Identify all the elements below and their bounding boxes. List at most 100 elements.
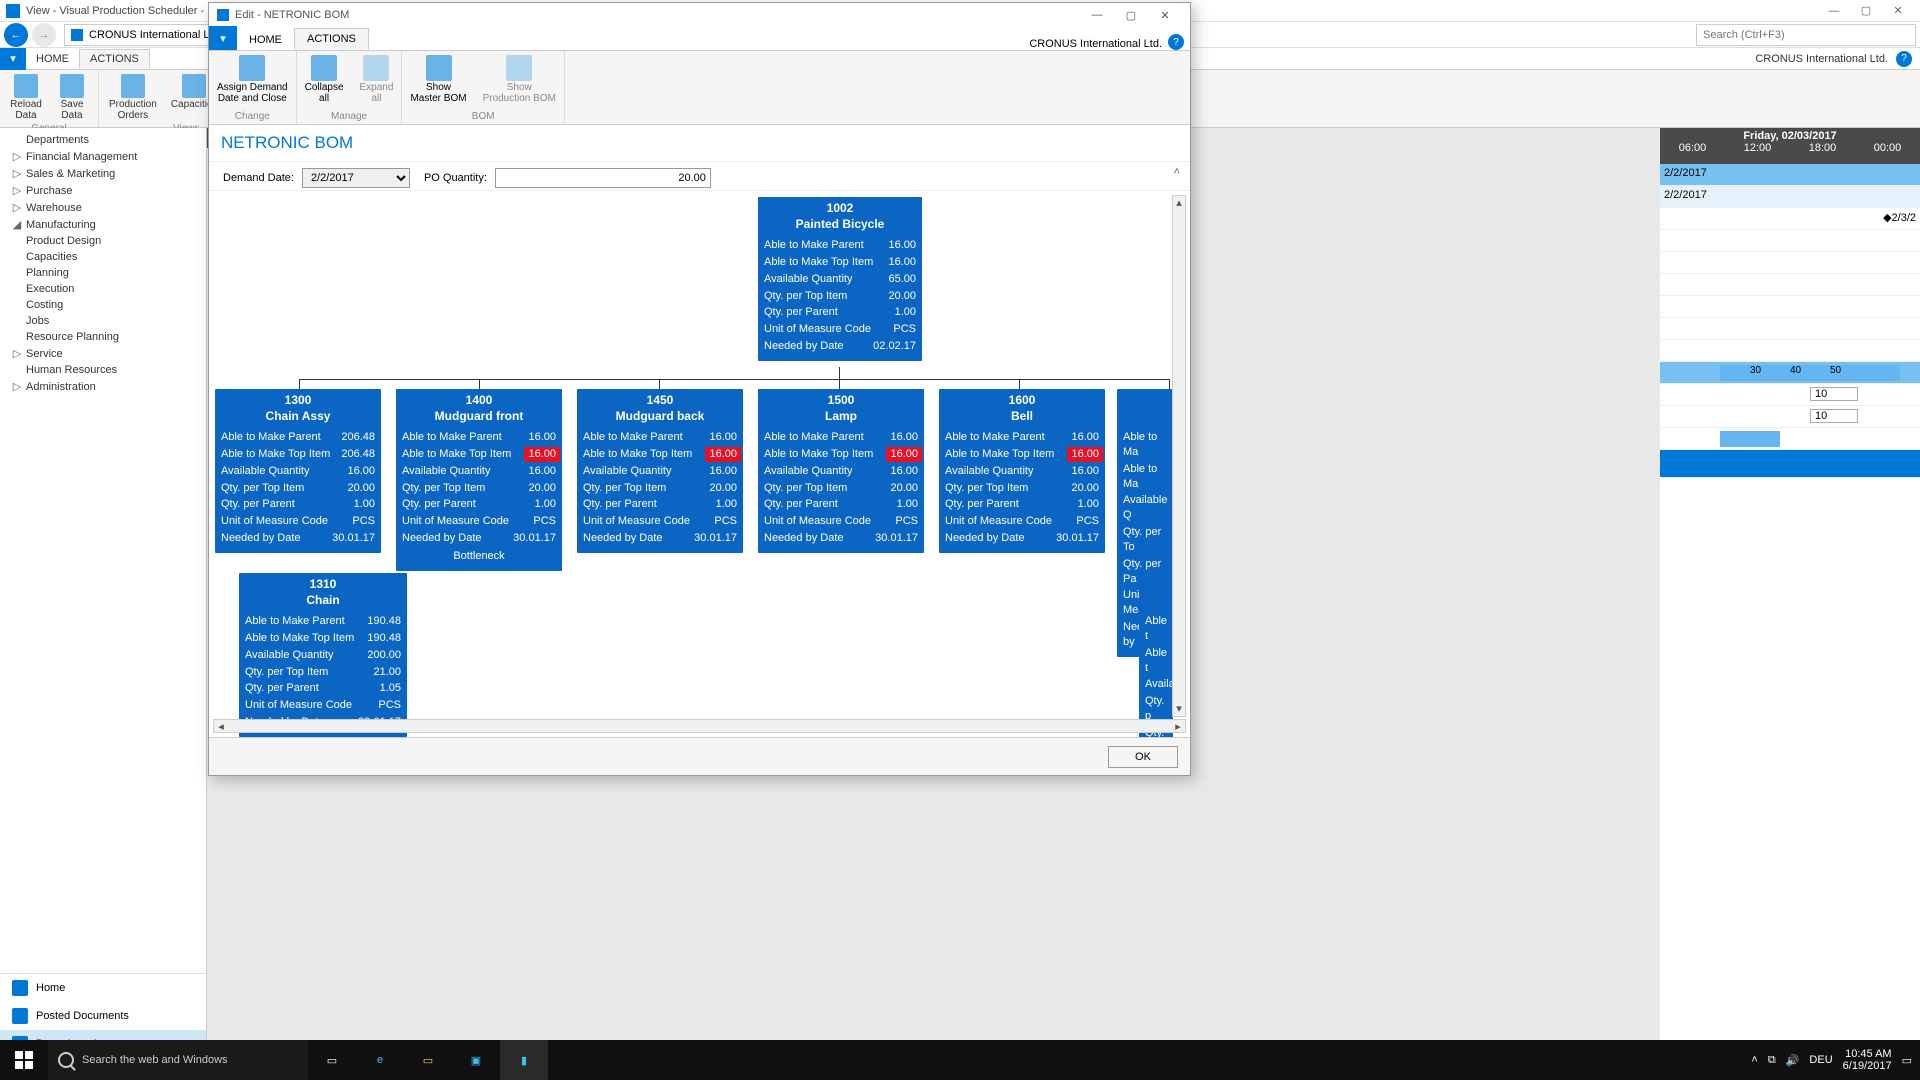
main-close-button[interactable]: ✕	[1882, 2, 1914, 20]
dept-jobs[interactable]: Jobs	[0, 313, 206, 329]
taskbar-clock[interactable]: 10:45 AM6/19/2017	[1843, 1048, 1892, 1072]
bom-node-1400[interactable]: 1400Mudguard frontAble to Make Parent16.…	[396, 389, 562, 571]
main-help-button[interactable]: ?	[1896, 51, 1912, 67]
page-title: NETRONIC BOM	[209, 125, 1190, 161]
dialog-ribbon: Assign DemandDate and Close Change Colla…	[209, 51, 1190, 125]
dialog-brand: CRONUS International Ltd.	[1029, 38, 1168, 50]
dept-sales[interactable]: ▷Sales & Marketing	[0, 165, 206, 182]
dialog-close-button[interactable]: ✕	[1148, 3, 1182, 27]
collapse-all-button[interactable]: Collapseall	[297, 51, 352, 108]
assign-demand-button[interactable]: Assign DemandDate and Close	[209, 51, 296, 108]
bom-node-1300[interactable]: 1300Chain AssyAble to Make Parent206.48A…	[215, 389, 381, 553]
main-brand: CRONUS International Ltd.	[1755, 53, 1896, 65]
connector	[839, 367, 840, 379]
dept-admin[interactable]: ▷Administration	[0, 378, 206, 395]
tray-chevron-icon[interactable]: ˄	[1751, 1054, 1757, 1066]
bom-horizontal-scrollbar[interactable]: ◂▸	[213, 719, 1186, 733]
collapse-filter-icon[interactable]: ˄	[1174, 166, 1180, 178]
tray-volume-icon[interactable]: 🔊	[1786, 1054, 1800, 1067]
demand-date-select[interactable]: 2/2/2017	[302, 168, 410, 188]
po-quantity-label: PO Quantity:	[424, 172, 487, 184]
dialog-help-button[interactable]: ?	[1168, 34, 1184, 50]
taskbar-search[interactable]: Search the web and Windows	[48, 1040, 308, 1080]
netronic-bom-dialog: Edit - NETRONIC BOM — ▢ ✕ ▾ HOME ACTIONS…	[208, 2, 1191, 776]
windows-taskbar: Search the web and Windows ▭ e ▭ ▣ ▮ ˄ ⧉…	[0, 1040, 1920, 1080]
tray-language[interactable]: DEU	[1809, 1054, 1832, 1066]
nav-posted-documents[interactable]: Posted Documents	[0, 1002, 206, 1030]
bom-node-1310[interactable]: 1310 Chain Able to Make Parent190.48 Abl…	[239, 573, 407, 737]
tab-home[interactable]: HOME	[26, 50, 79, 68]
timeline-row: ◆2/3/2	[1660, 208, 1920, 230]
dept-service[interactable]: ▷Service	[0, 345, 206, 362]
timeline-input[interactable]: 10	[1810, 387, 1858, 401]
taskbar-store[interactable]: ▣	[452, 1040, 500, 1080]
taskbar-explorer[interactable]: ▭	[404, 1040, 452, 1080]
dialog-title: Edit - NETRONIC BOM	[235, 9, 349, 21]
departments-pane: Departments ▷Financial Management ▷Sales…	[0, 128, 207, 1058]
dialog-app-menu[interactable]: ▾	[209, 26, 237, 50]
nav-home[interactable]: Home	[0, 974, 206, 1002]
main-minimize-button[interactable]: —	[1818, 2, 1850, 20]
main-search-input[interactable]	[1696, 24, 1916, 46]
timeline-hour: 06:00	[1679, 142, 1707, 154]
taskbar-edge[interactable]: e	[356, 1040, 404, 1080]
bom-node-1002[interactable]: 1002 Painted Bicycle Able to Make Parent…	[758, 197, 922, 361]
show-master-bom-button[interactable]: ShowMaster BOM	[402, 51, 474, 108]
dept-execution[interactable]: Execution	[0, 281, 206, 297]
dialog-minimize-button[interactable]: —	[1080, 3, 1114, 27]
timeline-row[interactable]: 30 40 50	[1660, 362, 1920, 384]
dialog-tab-home[interactable]: HOME	[237, 30, 294, 50]
dept-purchase[interactable]: ▷Purchase	[0, 182, 206, 199]
ribbon-app-menu[interactable]: ▾	[0, 48, 26, 70]
timeline-input[interactable]: 10	[1810, 409, 1858, 423]
dept-financial[interactable]: ▷Financial Management	[0, 148, 206, 165]
bom-node-1450[interactable]: 1450Mudguard backAble to Make Parent16.0…	[577, 389, 743, 553]
dialog-maximize-button[interactable]: ▢	[1114, 3, 1148, 27]
timeline-header: Friday, 02/03/2017 06:00 12:00 18:00 00:…	[1660, 128, 1920, 164]
dept-hr[interactable]: Human Resources	[0, 362, 206, 378]
dept-planning[interactable]: Planning	[0, 265, 206, 281]
task-view-button[interactable]: ▭	[308, 1040, 356, 1080]
connector	[299, 379, 300, 389]
timeline-hour: 00:00	[1874, 142, 1902, 154]
ok-button[interactable]: OK	[1108, 746, 1178, 768]
save-data-button[interactable]: SaveData	[52, 72, 92, 123]
start-button[interactable]	[0, 1040, 48, 1080]
connector	[479, 379, 480, 389]
main-maximize-button[interactable]: ▢	[1850, 2, 1882, 20]
dept-resource-planning[interactable]: Resource Planning	[0, 329, 206, 345]
dept-product-design[interactable]: Product Design	[0, 233, 206, 249]
documents-icon	[12, 1008, 28, 1024]
connector	[299, 379, 1169, 380]
dialog-tab-actions[interactable]: ACTIONS	[294, 28, 369, 50]
bom-node-1600[interactable]: 1600BellAble to Make Parent16.00Able to …	[939, 389, 1105, 553]
node-name: Chain	[239, 591, 407, 613]
production-orders-button[interactable]: ProductionOrders	[105, 72, 161, 123]
taskbar-nav-app[interactable]: ▮	[500, 1040, 548, 1080]
timeline-row: 2/2/2017	[1660, 164, 1920, 186]
nav-forward-button[interactable]: →	[32, 23, 56, 47]
dept-warehouse[interactable]: ▷Warehouse	[0, 199, 206, 216]
dept-capacities[interactable]: Capacities	[0, 249, 206, 265]
timeline-hour: 12:00	[1744, 142, 1772, 154]
reload-data-button[interactable]: ReloadData	[6, 72, 46, 123]
system-tray[interactable]: ˄ ⧉ 🔊 DEU 10:45 AM6/19/2017 ▭	[1743, 1048, 1920, 1072]
dept-costing[interactable]: Costing	[0, 297, 206, 313]
tab-actions[interactable]: ACTIONS	[79, 49, 150, 69]
tray-network-icon[interactable]: ⧉	[1768, 1054, 1776, 1067]
timeline-row: 2/2/2017	[1660, 186, 1920, 208]
bom-node-1500[interactable]: 1500LampAble to Make Parent16.00Able to …	[758, 389, 924, 553]
dept-root[interactable]: Departments	[0, 132, 206, 148]
node-code: 1002	[758, 197, 922, 215]
bom-node-partial-bottom[interactable]: Able t Able t Availa Qty. p Qty. p Unit …	[1139, 573, 1173, 737]
demand-date-label: Demand Date:	[223, 172, 294, 184]
home-icon	[12, 980, 28, 996]
filter-pane: Demand Date: 2/2/2017 PO Quantity: ˄	[209, 161, 1190, 191]
dept-manufacturing[interactable]: ◢Manufacturing	[0, 216, 206, 233]
timeline-body: 2/2/2017 2/2/2017 ◆2/3/2 30 40 50 10 10	[1660, 164, 1920, 1058]
bom-vertical-scrollbar[interactable]: ▴▾	[1172, 195, 1186, 717]
tray-notifications-icon[interactable]: ▭	[1902, 1054, 1912, 1067]
nav-back-button[interactable]: ←	[4, 23, 28, 47]
bom-canvas[interactable]: 1002 Painted Bicycle Able to Make Parent…	[209, 191, 1190, 737]
po-quantity-input[interactable]	[495, 168, 711, 188]
